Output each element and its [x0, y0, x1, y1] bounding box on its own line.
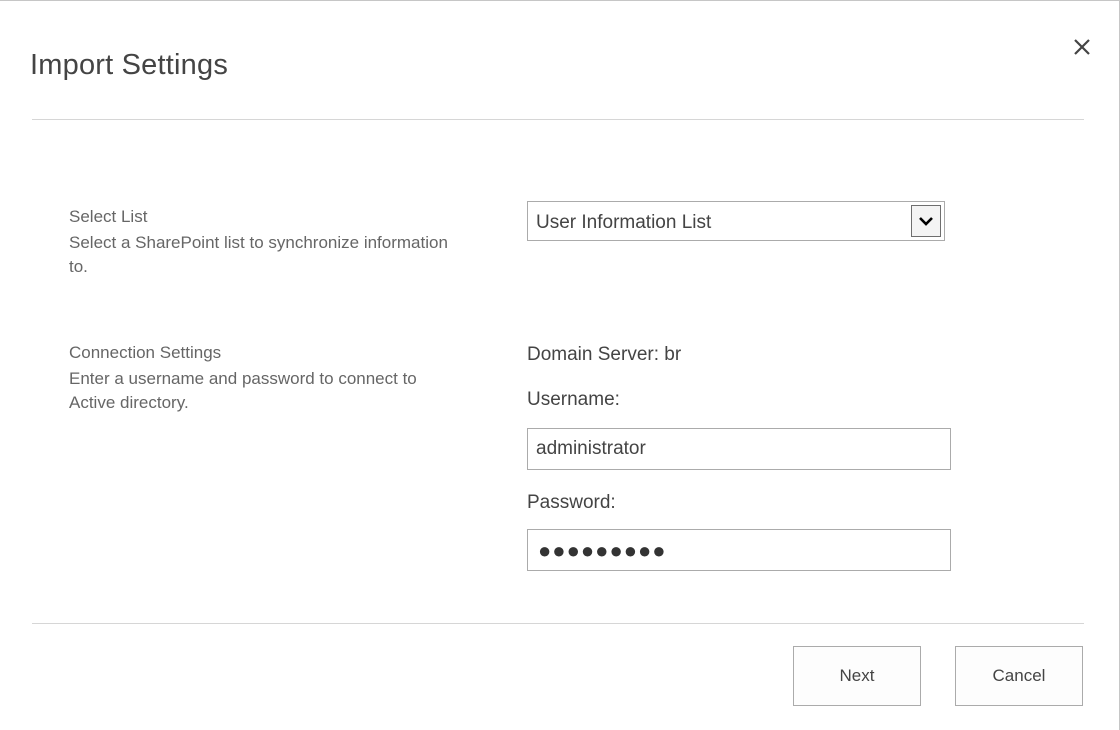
connection-settings-title: Connection Settings [69, 343, 222, 362]
list-select-dropdown[interactable]: User Information List [527, 201, 945, 241]
footer-divider [32, 623, 1084, 624]
close-button[interactable] [1068, 35, 1096, 63]
select-list-title: Select List [69, 207, 148, 226]
connection-settings-description: Enter a username and password to connect… [69, 369, 417, 412]
cancel-button[interactable]: Cancel [955, 646, 1083, 706]
close-icon [1073, 38, 1091, 61]
select-list-description: Select a SharePoint list to synchronize … [69, 233, 448, 276]
password-field[interactable]: ●●●●●●●●● [527, 529, 951, 571]
import-settings-dialog: Import Settings Select List Select a Sha… [0, 0, 1120, 730]
username-field[interactable] [527, 428, 951, 470]
password-masked-value: ●●●●●●●●● [538, 538, 667, 563]
password-label: Password: [527, 492, 616, 513]
next-button[interactable]: Next [793, 646, 921, 706]
header-divider [32, 119, 1084, 120]
username-label: Username: [527, 389, 620, 410]
dialog-title: Import Settings [30, 49, 229, 81]
list-select-value: User Information List [536, 212, 712, 233]
domain-server-text: Domain Server: br [527, 344, 682, 365]
chevron-down-icon[interactable] [911, 205, 941, 237]
